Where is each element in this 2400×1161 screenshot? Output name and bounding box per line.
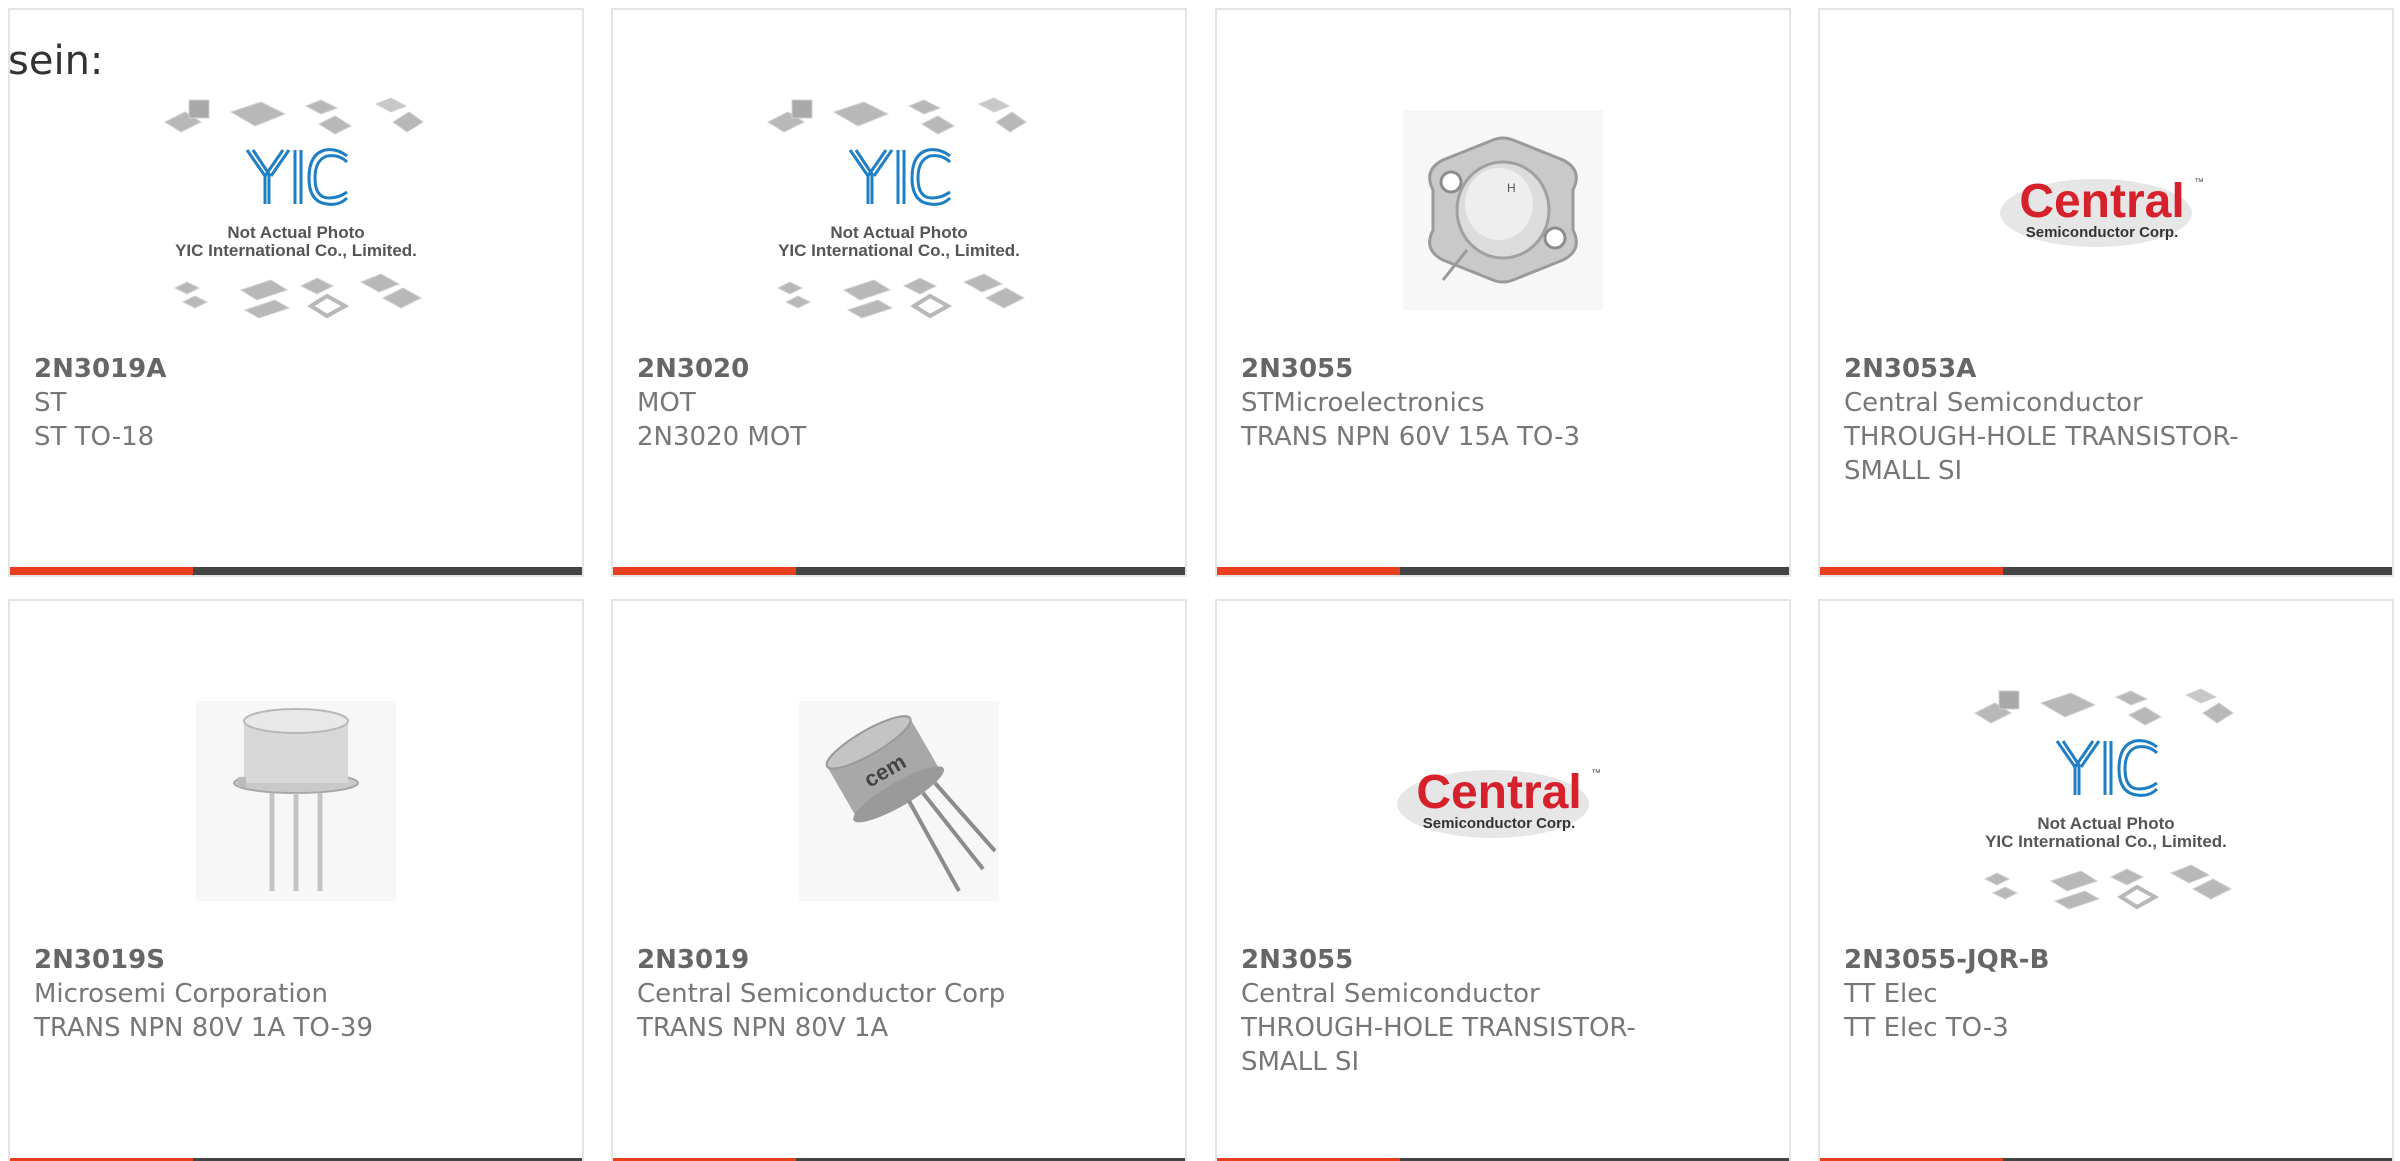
svg-text:Central: Central xyxy=(1416,766,1581,819)
product-image[interactable]: Central ™ Semiconductor Corp. xyxy=(1820,70,2392,350)
product-grid-page: sein: Not Actual Photo YIC International… xyxy=(0,0,2400,1161)
part-number[interactable]: 2N3019A xyxy=(34,352,464,386)
card-bar xyxy=(10,567,582,575)
description: ST TO-18 xyxy=(34,422,155,452)
manufacturer: STMicroelectronics xyxy=(1241,388,1485,418)
description: THROUGH-HOLE TRANSISTOR-SMALL SI xyxy=(1241,1013,1636,1077)
manufacturer: Microsemi Corporation xyxy=(34,979,328,1009)
manufacturer: Central Semiconductor xyxy=(1844,388,2143,418)
manufacturer: MOT xyxy=(637,388,696,418)
card-bar-accent xyxy=(1217,567,1400,575)
manufacturer: TT Elec xyxy=(1844,979,1938,1009)
part-number[interactable]: 2N3055-JQR-B xyxy=(1844,943,2274,977)
to3-transistor-icon: H xyxy=(1403,110,1603,310)
product-image[interactable]: Not Actual Photo YIC International Co., … xyxy=(613,70,1185,350)
svg-text:Semiconductor Corp.: Semiconductor Corp. xyxy=(2026,224,2179,241)
manufacturer: ST xyxy=(34,388,67,418)
yic-placeholder-icon: Not Actual Photo YIC International Co., … xyxy=(1973,688,2234,910)
central-logo-icon: Central ™ Semiconductor Corp. xyxy=(2000,175,2204,247)
part-number[interactable]: 2N3055 xyxy=(1241,943,1671,977)
product-image[interactable]: cem xyxy=(613,661,1185,941)
product-image[interactable]: Not Actual Photo YIC International Co., … xyxy=(10,70,582,350)
product-card[interactable]: cem 2N3019 Central Semiconductor Corp TR… xyxy=(611,599,1187,1161)
part-number[interactable]: 2N3055 xyxy=(1241,352,1671,386)
svg-text:YIC International Co., Limited: YIC International Co., Limited. xyxy=(1985,832,2227,851)
part-number[interactable]: 2N3020 xyxy=(637,352,1067,386)
part-number[interactable]: 2N3019S xyxy=(34,943,464,977)
description: THROUGH-HOLE TRANSISTOR-SMALL SI xyxy=(1844,422,2239,486)
svg-text:YIC International Co., Limited: YIC International Co., Limited. xyxy=(778,241,1020,260)
product-image[interactable]: Not Actual Photo YIC International Co., … xyxy=(1820,661,2392,941)
product-card[interactable]: Central ™ Semiconductor Corp. 2N3055 Cen… xyxy=(1215,599,1791,1161)
description: TRANS NPN 80V 1A TO-39 xyxy=(34,1013,374,1043)
svg-text:H: H xyxy=(1507,181,1516,195)
svg-text:Not Actual Photo: Not Actual Photo xyxy=(2037,814,2174,833)
description: TRANS NPN 80V 1A xyxy=(637,1013,889,1043)
to39-transistor-icon xyxy=(196,701,396,901)
product-card[interactable]: H 2N3055 STMicroelectronics TRANS NPN 60… xyxy=(1215,8,1791,577)
svg-text:YIC International Co., Limited: YIC International Co., Limited. xyxy=(175,241,417,260)
manufacturer: Central Semiconductor xyxy=(1241,979,1540,1009)
yic-placeholder-icon: Not Actual Photo YIC International Co., … xyxy=(163,97,424,319)
part-number[interactable]: 2N3019 xyxy=(637,943,1067,977)
product-card[interactable]: Not Actual Photo YIC International Co., … xyxy=(611,8,1187,577)
card-bar xyxy=(1820,567,2392,575)
part-number[interactable]: 2N3053A xyxy=(1844,352,2274,386)
card-bar-accent xyxy=(10,567,193,575)
product-image[interactable] xyxy=(10,661,582,941)
card-bar-accent xyxy=(1820,567,2003,575)
svg-text:Not Actual Photo: Not Actual Photo xyxy=(830,223,967,242)
card-bar xyxy=(1217,567,1789,575)
central-logo-icon: Central ™ Semiconductor Corp. xyxy=(1397,766,1601,838)
product-image[interactable]: H xyxy=(1217,70,1789,350)
svg-text:Central: Central xyxy=(2019,175,2184,228)
yic-placeholder-icon: Not Actual Photo YIC International Co., … xyxy=(766,97,1027,319)
product-card[interactable]: 2N3019S Microsemi Corporation TRANS NPN … xyxy=(8,599,584,1161)
svg-text:™: ™ xyxy=(1591,768,1601,779)
description: TT Elec TO-3 xyxy=(1844,1013,2009,1043)
product-card[interactable]: Central ™ Semiconductor Corp. 2N3053A Ce… xyxy=(1818,8,2394,577)
card-bar xyxy=(613,567,1185,575)
svg-text:Semiconductor Corp.: Semiconductor Corp. xyxy=(1423,815,1576,832)
product-image[interactable]: Central ™ Semiconductor Corp. xyxy=(1217,661,1789,941)
manufacturer: Central Semiconductor Corp xyxy=(637,979,1006,1009)
product-card[interactable]: Not Actual Photo YIC International Co., … xyxy=(1818,599,2394,1161)
intro-text: sein: xyxy=(8,38,104,84)
card-bar-accent xyxy=(613,567,796,575)
description: 2N3020 MOT xyxy=(637,422,807,452)
description: TRANS NPN 60V 15A TO-3 xyxy=(1241,422,1581,452)
to39-tilted-transistor-icon: cem xyxy=(799,701,999,901)
svg-text:™: ™ xyxy=(2194,177,2204,188)
product-card[interactable]: Not Actual Photo YIC International Co., … xyxy=(8,8,584,577)
svg-text:Not Actual Photo: Not Actual Photo xyxy=(227,223,364,242)
